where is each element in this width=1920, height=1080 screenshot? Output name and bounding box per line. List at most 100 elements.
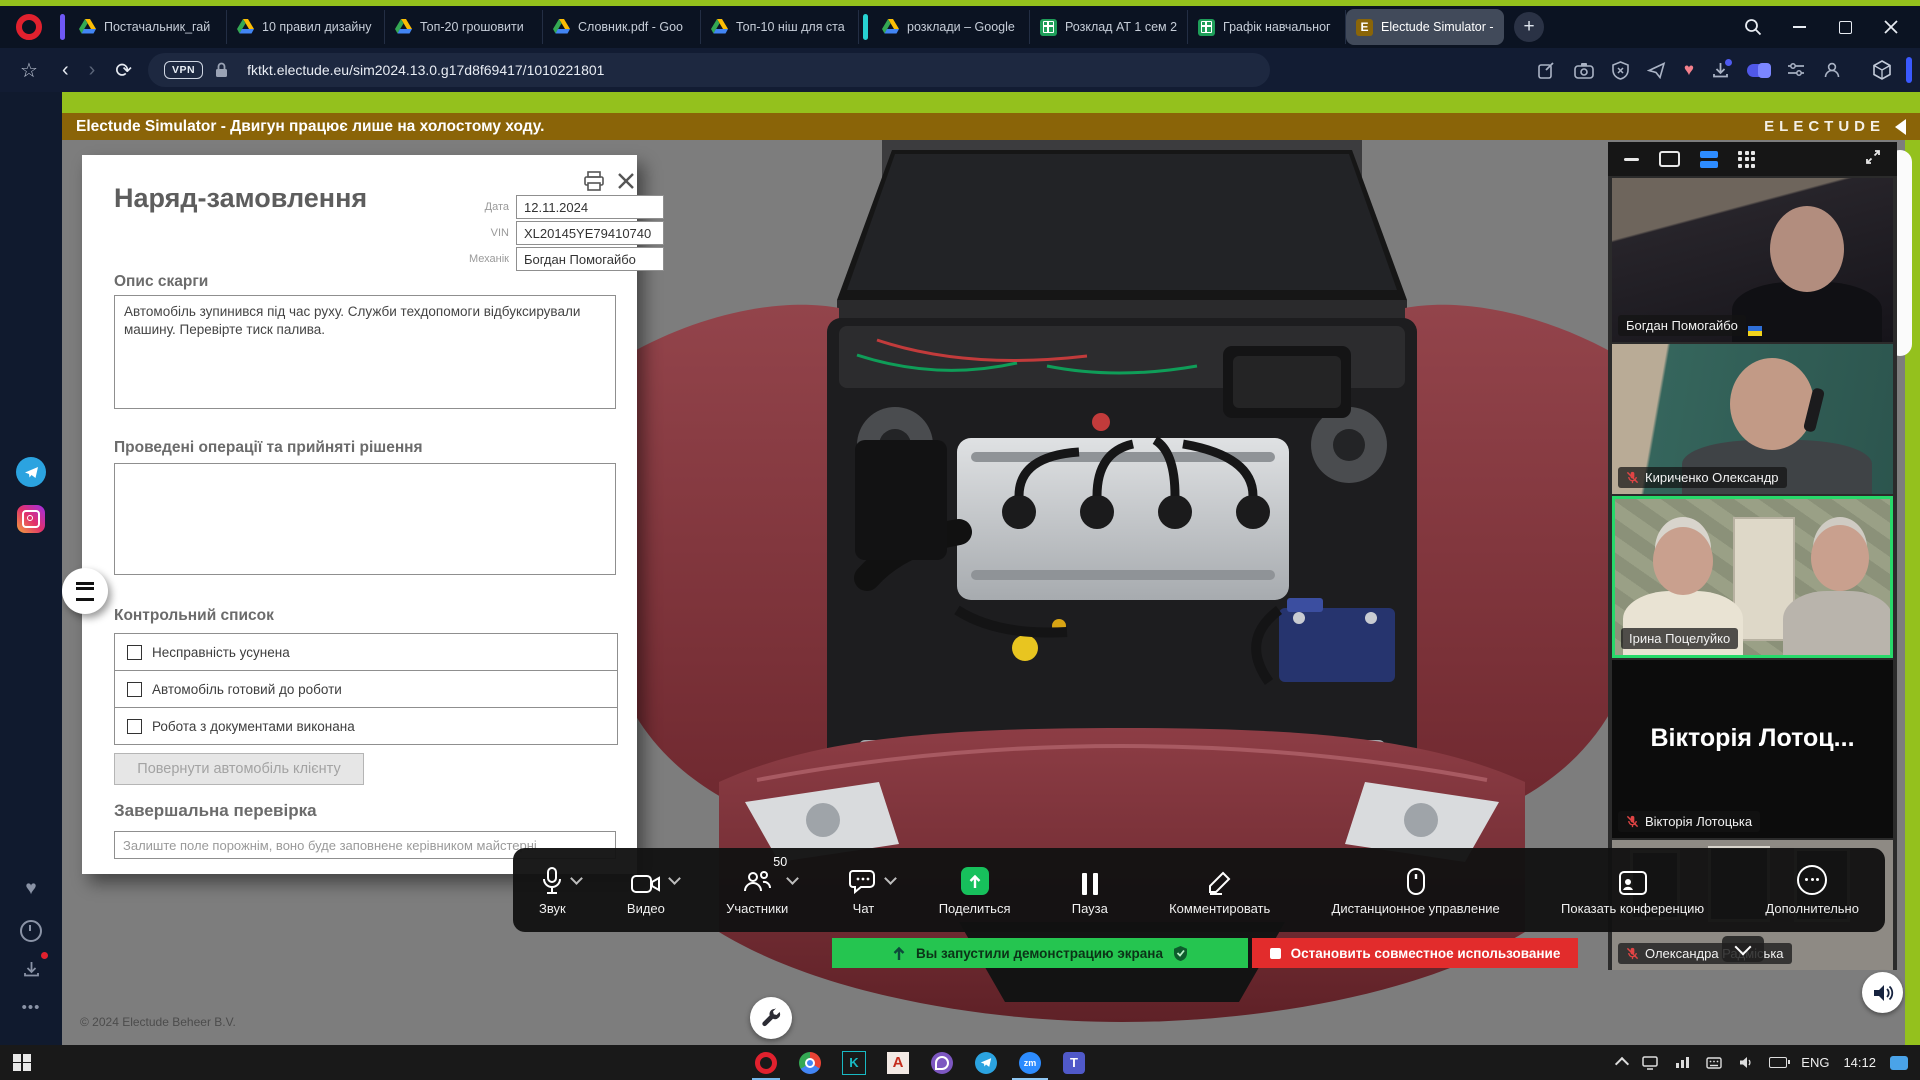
tab-drive-doc-2[interactable]: 10 правил дизайну [227, 10, 385, 44]
speaker-view-icon[interactable] [1659, 151, 1680, 167]
performance-graph-icon[interactable] [1673, 1055, 1691, 1071]
participant-name: Кириченко Олександр [1645, 470, 1779, 485]
return-car-button[interactable]: Повернути автомобіль клієнту [114, 753, 364, 785]
audio-options-chevron[interactable] [570, 872, 583, 885]
easy-setup-sliders-icon[interactable] [1787, 62, 1805, 78]
taskbar-viber[interactable] [920, 1045, 964, 1080]
grid-view-icon[interactable] [1738, 151, 1755, 168]
share-screen-button[interactable]: Поделиться [939, 865, 1011, 916]
stop-share-button[interactable]: Остановить совместное использование [1252, 938, 1578, 968]
remote-control-button[interactable]: Дистанционное управление [1332, 865, 1500, 916]
history-clock-icon[interactable] [16, 916, 46, 946]
vin-input[interactable]: XL20145YE79410740 [516, 221, 664, 245]
mechanic-input[interactable]: Богдан Помогайбо [516, 247, 664, 271]
participant-tile-bohdan[interactable]: Богдан Помогайбо [1612, 178, 1893, 342]
taskbar-telegram[interactable] [964, 1045, 1008, 1080]
url-field[interactable]: VPN fktkt.electude.eu/sim2024.13.0.g17d8… [148, 53, 1270, 87]
back-button[interactable]: ‹ [62, 59, 69, 82]
favorites-heart-icon[interactable]: ♥ [1684, 60, 1694, 80]
send-to-device-icon[interactable] [1647, 62, 1666, 79]
pause-share-button[interactable]: Пауза [1072, 865, 1108, 916]
extensions-cube-icon[interactable] [1872, 60, 1892, 80]
vpn-badge[interactable]: VPN [164, 61, 203, 79]
new-tab-button[interactable]: + [1514, 12, 1544, 42]
shield-blocker-icon[interactable] [1612, 61, 1629, 80]
language-indicator[interactable]: ENG [1801, 1055, 1829, 1070]
profile-icon[interactable] [1823, 61, 1841, 79]
workspace-indicator-cyan[interactable] [863, 14, 868, 40]
more-options-button[interactable]: Дополнительно [1765, 865, 1859, 916]
complaint-textarea[interactable]: Автомобіль зупинився під час руху. Служб… [114, 295, 616, 409]
participant-tile-viktoria[interactable]: Вікторія Лотоц... Вікторія Лотоцька [1612, 660, 1893, 838]
electude-status-header: Electude Simulator - Двигун працює лише … [62, 113, 1920, 140]
taskbar-autocad[interactable]: A [876, 1045, 920, 1080]
participant-tile-iryna-active-speaker[interactable]: Ірина Поцелуйко [1612, 496, 1893, 658]
close-form-icon[interactable] [614, 169, 638, 193]
chat-options-chevron[interactable] [885, 872, 898, 885]
show-conference-button[interactable]: Показать конференцию [1561, 865, 1704, 916]
video-button[interactable]: Видео [627, 865, 665, 916]
checkbox-paperwork-done[interactable] [127, 719, 142, 734]
chat-button[interactable]: Чат [849, 865, 877, 916]
heart-sidebar-icon[interactable]: ♥ [16, 874, 46, 904]
tab-sheets-1[interactable]: Розклад АТ 1 сем 2 [1030, 10, 1188, 44]
taskbar-kompas[interactable]: K [832, 1045, 876, 1080]
clock-time[interactable]: 14:12 [1843, 1055, 1876, 1070]
taskbar-opera[interactable] [744, 1045, 788, 1080]
annotate-button[interactable]: Комментировать [1169, 865, 1270, 916]
telegram-sidebar-icon[interactable] [16, 457, 46, 487]
video-options-chevron[interactable] [668, 872, 681, 885]
tools-wrench-button[interactable] [750, 997, 792, 1039]
tab-electude-active[interactable]: E Electude Simulator - Дви [1346, 9, 1504, 45]
electude-brand-arrow-icon[interactable] [1895, 119, 1906, 135]
volume-icon[interactable] [1737, 1055, 1755, 1071]
tab-drive-doc-1[interactable]: Постачальник_гай [69, 10, 227, 44]
close-window-button[interactable] [1868, 9, 1914, 45]
start-button[interactable] [0, 1045, 44, 1080]
opera-logo[interactable] [16, 14, 42, 40]
reload-button[interactable]: ⟳ [115, 58, 132, 83]
instagram-sidebar-icon[interactable] [16, 504, 46, 534]
tab-drive-doc-5[interactable]: Топ-10 ніш для ста [701, 10, 859, 44]
minimize-button[interactable] [1776, 9, 1822, 45]
taskbar-chrome[interactable] [788, 1045, 832, 1080]
tab-drive-doc-3[interactable]: Топ-20 грошовити [385, 10, 543, 44]
minimize-videos-icon[interactable] [1624, 158, 1639, 161]
speaker-volume-button[interactable] [1862, 972, 1903, 1013]
tab-sheets-2[interactable]: Графік навчальног [1188, 10, 1346, 44]
collapse-video-strip-button[interactable] [1722, 936, 1764, 962]
sidebar-more-icon[interactable]: ••• [16, 992, 46, 1022]
operations-textarea[interactable] [114, 463, 616, 575]
downloads-icon[interactable] [1712, 62, 1729, 79]
display-icon[interactable] [1641, 1055, 1659, 1071]
tab-drive-doc-6[interactable]: розклади – Google [872, 10, 1030, 44]
tray-expand-chevron[interactable] [1615, 1057, 1629, 1071]
forward-button[interactable]: › [89, 59, 96, 82]
participants-options-chevron[interactable] [786, 872, 799, 885]
date-input[interactable]: 12.11.2024 [516, 195, 664, 219]
checkbox-fault-fixed[interactable] [127, 645, 142, 660]
expand-panel-icon[interactable] [1865, 149, 1881, 170]
taskbar-teams[interactable]: T [1052, 1045, 1096, 1080]
participant-tile-kyrychenko[interactable]: Кириченко Олександр [1612, 344, 1893, 494]
battery-saver-icon[interactable] [1747, 64, 1769, 77]
snapshot-camera-icon[interactable] [1574, 62, 1594, 79]
bookmarks-star-icon[interactable]: ☆ [20, 58, 38, 83]
checkbox-car-ready[interactable] [127, 682, 142, 697]
participants-button[interactable]: 50 Участники [726, 865, 788, 916]
downloads-sidebar-icon[interactable] [16, 954, 46, 984]
menu-hamburger-button[interactable] [62, 568, 108, 614]
battery-icon[interactable] [1769, 1057, 1787, 1068]
search-icon[interactable] [1730, 9, 1776, 45]
restore-button[interactable] [1822, 9, 1868, 45]
taskbar-zoom[interactable]: zm [1008, 1045, 1052, 1080]
audio-button[interactable]: Звук [539, 865, 566, 916]
tab-drive-doc-4[interactable]: Словник.pdf - Goo [543, 10, 701, 44]
touch-keyboard-icon[interactable] [1705, 1055, 1723, 1071]
print-icon[interactable] [582, 169, 606, 193]
notifications-icon[interactable] [1890, 1056, 1908, 1070]
workspace-indicator-purple[interactable] [60, 14, 65, 40]
gallery-strip-view-icon[interactable] [1700, 151, 1718, 168]
edit-page-icon[interactable] [1537, 61, 1556, 80]
sidebar-scroll-indicator[interactable] [1906, 57, 1912, 83]
